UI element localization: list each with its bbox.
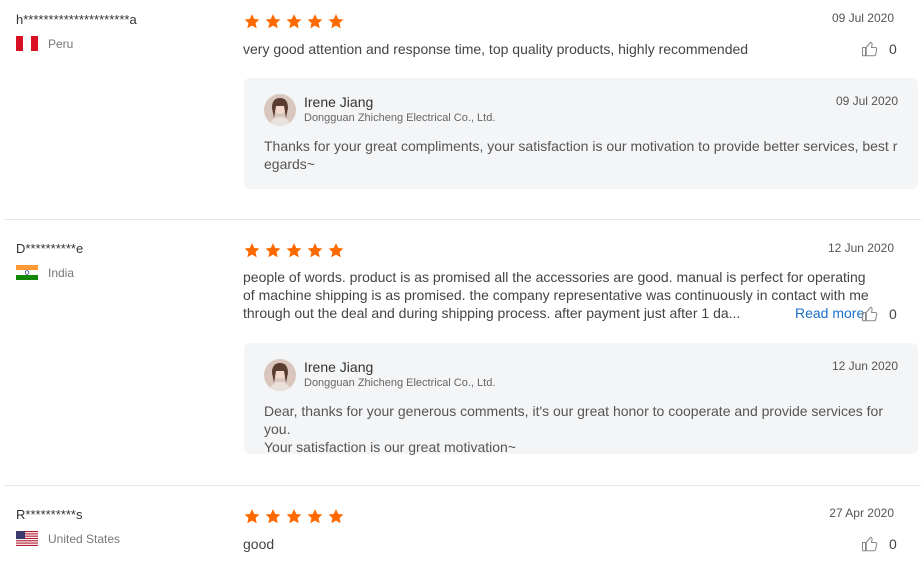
- country-label: United States: [48, 531, 121, 546]
- reply-text-line: Your satisfaction is our great motivatio…: [264, 439, 517, 455]
- reply-text-line: Thanks for your great compliments, your …: [264, 138, 898, 154]
- peru-flag-icon: [16, 36, 38, 51]
- star-icon: [244, 509, 260, 524]
- rating-stars: [243, 13, 345, 30]
- review-date: 12 Jun 2020: [827, 241, 894, 255]
- like-button[interactable]: 0: [861, 40, 897, 58]
- seller-reply: Irene Jiang Dongguan Zhicheng Electrical…: [244, 343, 918, 456]
- divider: [4, 485, 921, 486]
- buyer-name: h*********************a: [16, 12, 137, 27]
- review-text: very good attention and response time, t…: [243, 40, 748, 58]
- buyer-country: United States: [16, 531, 120, 546]
- replier-company: Dongguan Zhicheng Electrical Co., Ltd.: [304, 112, 496, 124]
- review-date: 09 Jul 2020: [831, 11, 894, 25]
- like-button[interactable]: 0: [861, 535, 897, 553]
- review-text-line: very good attention and response time, t…: [243, 41, 749, 57]
- star-icon: [244, 14, 260, 29]
- like-count: 0: [889, 41, 897, 57]
- thumbs-up-icon: [861, 306, 878, 322]
- review-date: 27 Apr 2020: [829, 506, 894, 520]
- reply-date: 12 Jun 2020: [831, 359, 898, 373]
- star-icon: [265, 509, 281, 524]
- review-text-line: people of words. product is as promised …: [243, 269, 866, 285]
- avatar: [264, 359, 296, 391]
- star-icon: [307, 509, 323, 524]
- like-count: 0: [889, 536, 897, 552]
- rating-stars: [243, 508, 345, 525]
- replier-name: Irene Jiang: [304, 94, 374, 110]
- review-text: good: [243, 535, 274, 553]
- like-count: 0: [889, 306, 897, 322]
- country-label: Peru: [48, 36, 74, 51]
- india-flag-icon: [16, 265, 38, 280]
- star-icon: [328, 243, 344, 258]
- avatar: [264, 94, 296, 126]
- usa-flag-icon: [16, 531, 38, 546]
- star-icon: [286, 243, 302, 258]
- seller-reply: Irene Jiang Dongguan Zhicheng Electrical…: [244, 78, 918, 189]
- star-icon: [244, 243, 260, 258]
- buyer-country: India: [16, 265, 74, 280]
- star-icon: [307, 243, 323, 258]
- thumbs-up-icon: [861, 536, 878, 552]
- thumbs-up-icon: [861, 41, 878, 57]
- reply-text-line: egards~: [264, 156, 315, 172]
- star-icon: [286, 14, 302, 29]
- star-icon: [265, 243, 281, 258]
- star-icon: [265, 14, 281, 29]
- read-more-link[interactable]: Read more: [795, 305, 864, 321]
- buyer-name: R**********s: [16, 507, 83, 522]
- country-label: India: [48, 265, 75, 280]
- divider: [4, 219, 921, 220]
- reply-date: 09 Jul 2020: [835, 94, 898, 108]
- rating-stars: [243, 242, 345, 259]
- buyer-country: Peru: [16, 36, 73, 51]
- review-text-line: through out the deal and during shipping…: [243, 305, 741, 321]
- star-icon: [286, 509, 302, 524]
- like-button[interactable]: 0: [861, 305, 897, 323]
- review-text-line: of machine shipping is as promised. the …: [243, 287, 869, 303]
- buyer-name: D**********e: [16, 241, 84, 256]
- star-icon: [307, 14, 323, 29]
- review-text-line: good: [243, 536, 275, 552]
- star-icon: [328, 509, 344, 524]
- review-text: people of words. product is as promised …: [243, 268, 869, 322]
- star-icon: [328, 14, 344, 29]
- replier-name: Irene Jiang: [304, 359, 374, 375]
- reply-text-line: Dear, thanks for your generous comments,…: [264, 403, 883, 437]
- replier-company: Dongguan Zhicheng Electrical Co., Ltd.: [304, 377, 496, 389]
- reply-text: Thanks for your great compliments, your …: [264, 137, 904, 173]
- reply-text: Dear, thanks for your generous comments,…: [264, 402, 904, 456]
